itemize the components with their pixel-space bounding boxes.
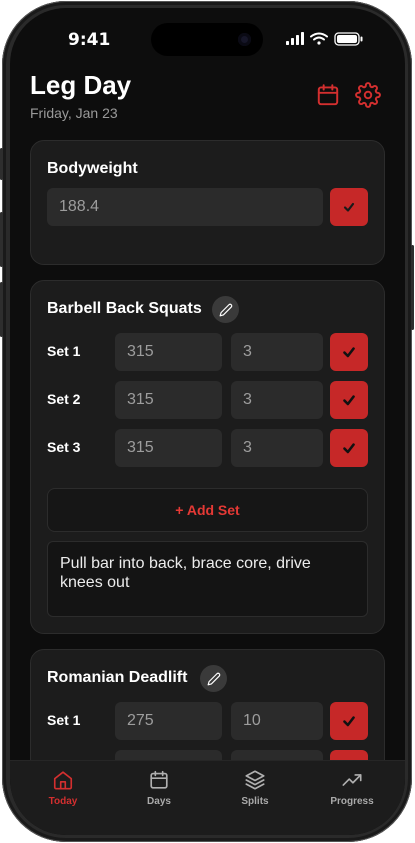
tab-label: Days xyxy=(147,796,171,807)
weight-input[interactable]: 315 xyxy=(115,381,222,419)
reps-input[interactable]: 3 xyxy=(231,429,323,467)
set-complete-button[interactable] xyxy=(330,702,368,740)
weight-input[interactable]: 275 xyxy=(115,702,222,740)
set-complete-button[interactable] xyxy=(330,429,368,467)
set-label: Set 2 xyxy=(47,391,81,407)
exercise-title: Romanian Deadlift xyxy=(47,669,188,686)
reps-input[interactable]: 3 xyxy=(231,333,323,371)
set-complete-button-partial[interactable] xyxy=(330,750,368,760)
tab-days[interactable]: Days xyxy=(114,769,204,809)
bodyweight-input[interactable]: 188.4 xyxy=(47,188,323,226)
weight-input-partial[interactable] xyxy=(115,750,222,760)
layers-icon xyxy=(245,770,265,790)
reps-input[interactable]: 10 xyxy=(231,702,323,740)
weight-input[interactable]: 315 xyxy=(115,333,222,371)
tab-bar: Today Days Splits Progress xyxy=(10,760,405,835)
signal-icon xyxy=(286,32,304,45)
wifi-icon xyxy=(310,32,328,45)
exercise-card-squats: Barbell Back Squats Set 1 315 3 Set 2 31… xyxy=(30,280,385,634)
phone-power-button xyxy=(411,245,414,330)
calendar-icon[interactable] xyxy=(315,82,341,108)
tab-label: Progress xyxy=(330,796,374,807)
pencil-icon xyxy=(207,672,220,685)
checkmark-icon xyxy=(343,202,355,212)
set-label: Set 3 xyxy=(47,439,81,455)
tab-splits[interactable]: Splits xyxy=(210,769,300,809)
edit-exercise-button[interactable] xyxy=(212,296,239,323)
battery-icon xyxy=(334,32,363,46)
bodyweight-card: Bodyweight 188.4 xyxy=(30,140,385,265)
set-complete-button[interactable] xyxy=(330,333,368,371)
reps-input[interactable]: 3 xyxy=(231,381,323,419)
tab-progress[interactable]: Progress xyxy=(307,769,397,809)
exercise-title: Barbell Back Squats xyxy=(47,300,202,317)
exercise-notes-field[interactable]: Pull bar into back, brace core, drive kn… xyxy=(47,541,368,617)
weight-input[interactable]: 315 xyxy=(115,429,222,467)
phone-side-button xyxy=(0,148,3,180)
add-set-button[interactable]: + Add Set xyxy=(47,488,368,532)
calendar-icon xyxy=(150,770,168,789)
pencil-icon xyxy=(219,303,232,316)
bodyweight-check-button[interactable] xyxy=(330,188,368,226)
tab-label: Today xyxy=(48,796,78,807)
workout-scroll-area[interactable]: Bodyweight 188.4 Barbell Back Squats Set… xyxy=(10,138,405,760)
checkmark-icon xyxy=(343,347,355,358)
page-header: Leg Day Friday, Jan 23 xyxy=(10,70,405,130)
tab-label: Splits xyxy=(241,796,269,807)
status-time: 9:41 xyxy=(68,30,111,50)
checkmark-icon xyxy=(343,716,355,727)
status-bar: 9:41 xyxy=(10,8,405,62)
page-title: Leg Day xyxy=(30,70,132,100)
set-complete-button[interactable] xyxy=(330,381,368,419)
home-icon xyxy=(53,771,73,790)
gear-icon[interactable] xyxy=(355,82,381,108)
status-icons xyxy=(286,32,390,51)
checkmark-icon xyxy=(343,443,355,454)
front-camera xyxy=(238,33,251,46)
reps-input-partial[interactable] xyxy=(231,750,323,760)
checkmark-icon xyxy=(343,395,355,406)
phone-volume-down-button xyxy=(0,282,3,337)
exercise-card-rdl: Romanian Deadlift Set 1 275 10 xyxy=(30,649,385,760)
set-label: Set 1 xyxy=(47,343,81,359)
bodyweight-title: Bodyweight xyxy=(47,160,138,177)
trending-up-icon xyxy=(342,774,362,786)
edit-exercise-button[interactable] xyxy=(200,665,227,692)
tab-today[interactable]: Today xyxy=(18,769,108,809)
phone-volume-up-button xyxy=(0,212,3,267)
page-date: Friday, Jan 23 xyxy=(30,105,118,121)
app-screen: 9:41 Leg Day Friday, Jan 23 Bodyweight 1… xyxy=(10,8,405,835)
set-label: Set 1 xyxy=(47,712,81,728)
